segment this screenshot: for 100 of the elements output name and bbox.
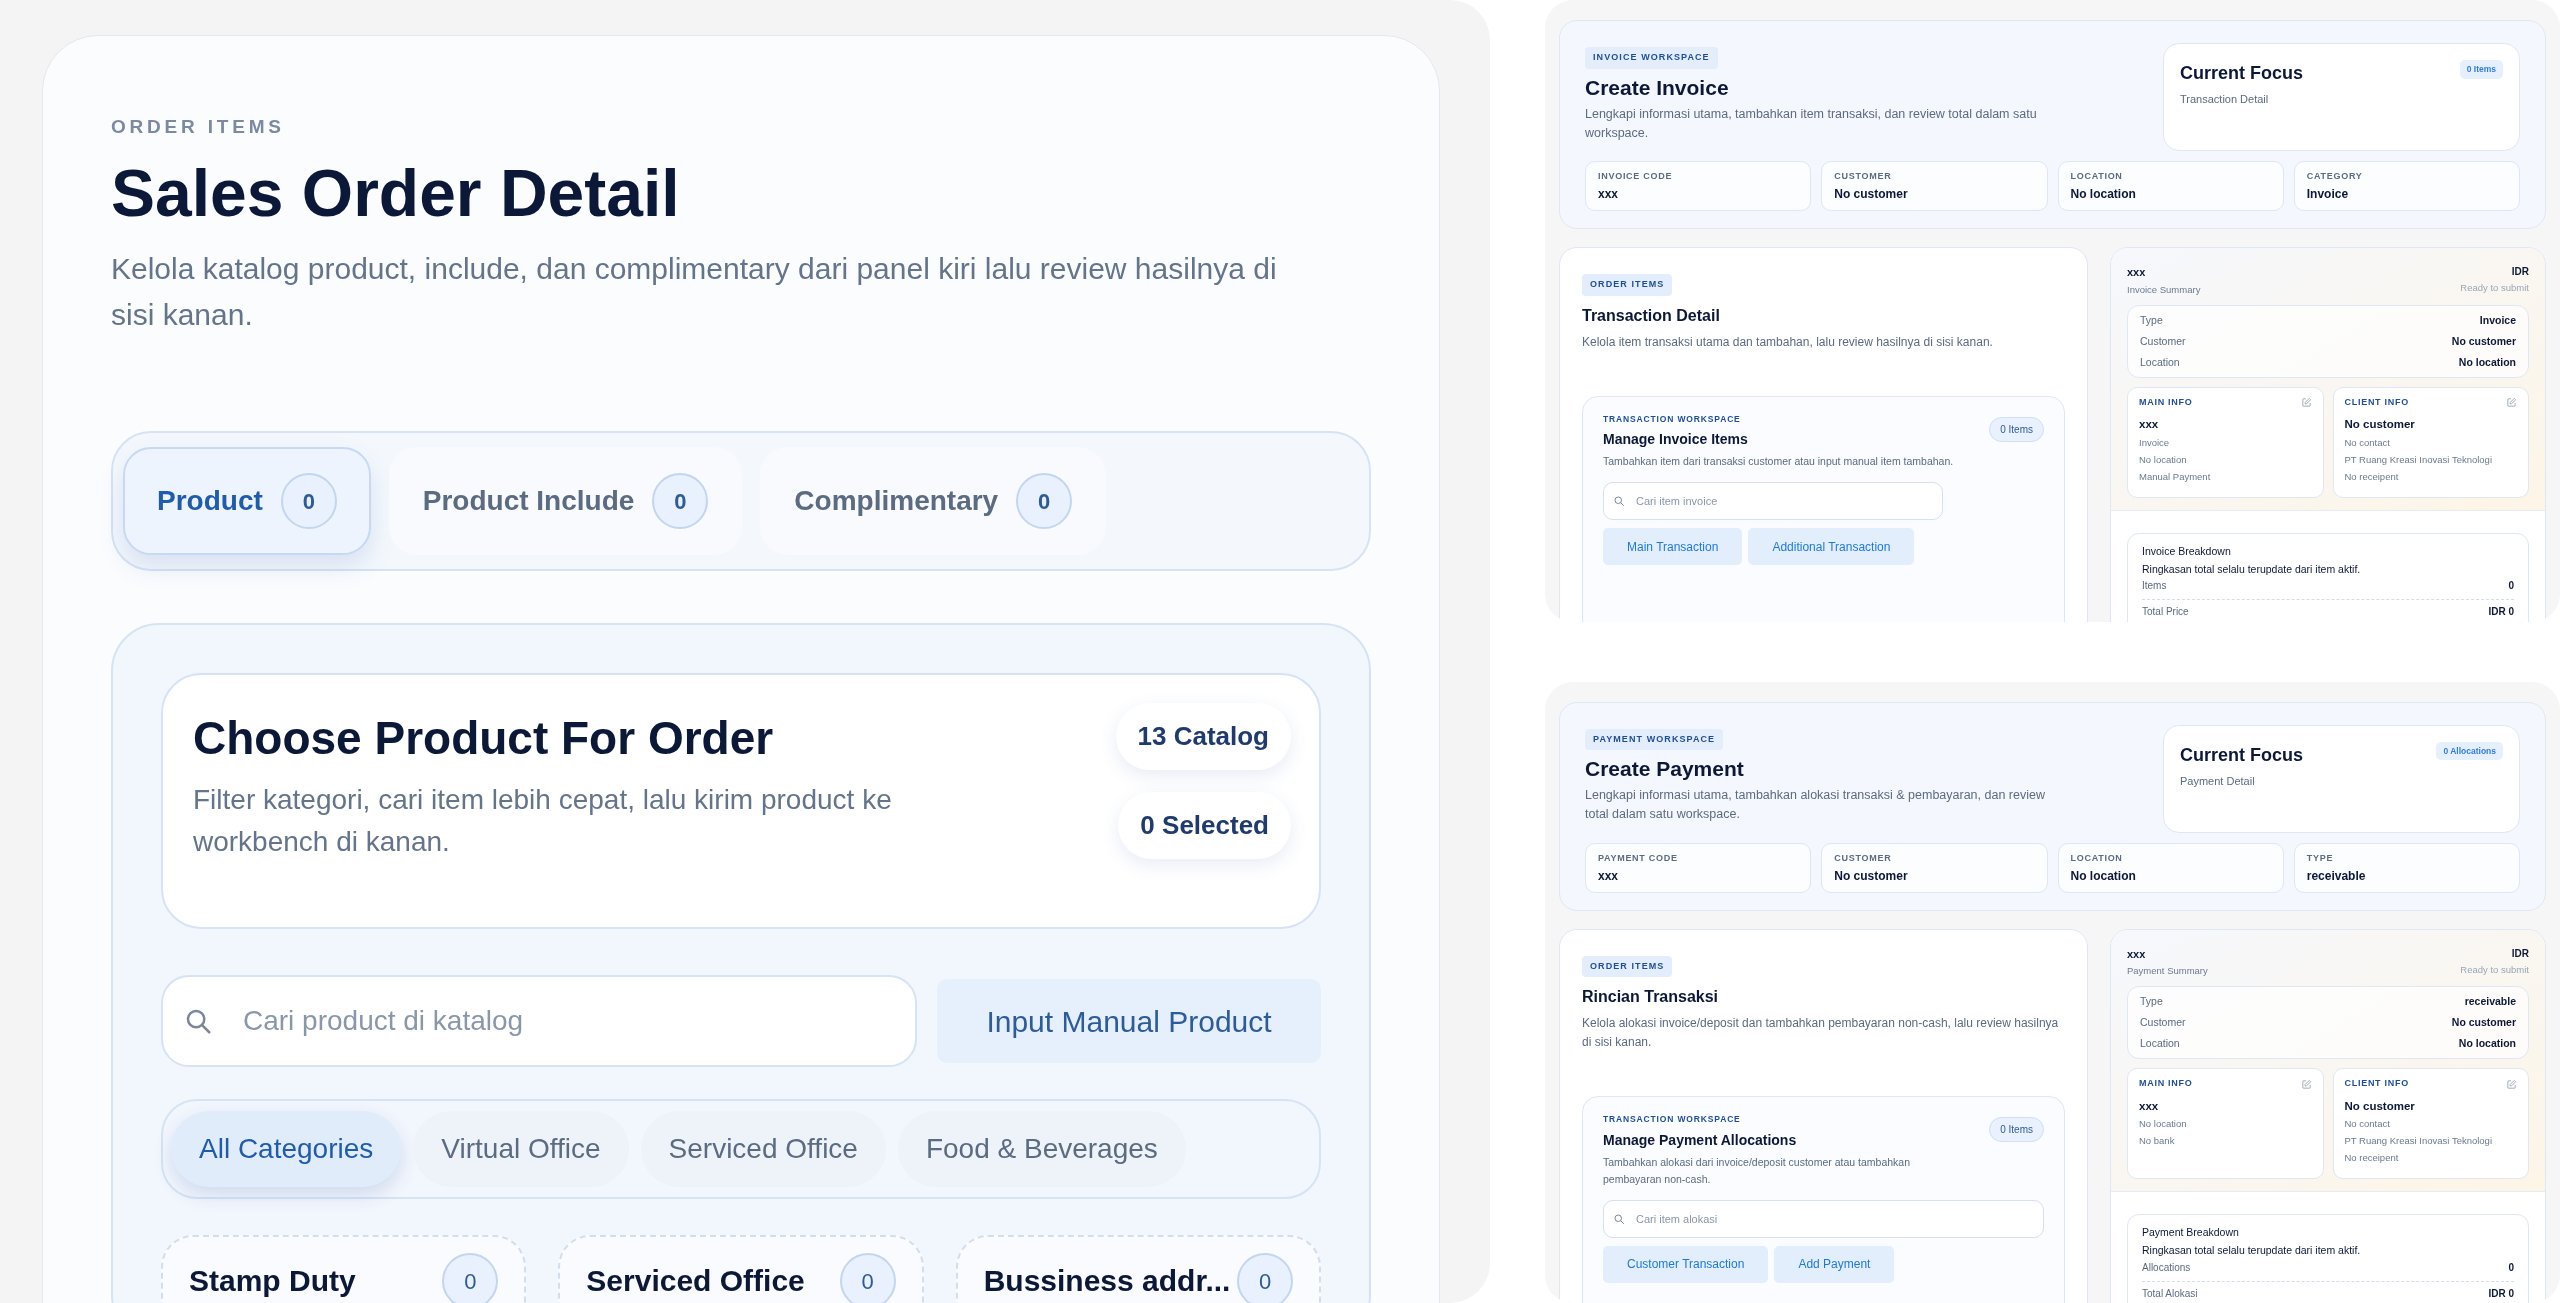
info-line: No location (2139, 1117, 2188, 1131)
search-icon (1613, 495, 1625, 508)
edit-icon[interactable] (2300, 397, 2312, 408)
field-label: CATEGORY (2306, 170, 2364, 182)
info-name: xxx (2139, 417, 2160, 433)
focus-title: Current Focus (2180, 743, 2303, 767)
tab[interactable]: Product Include 0 (388, 447, 743, 555)
field-label: CUSTOMER (1834, 851, 1893, 864)
field-value: No location (2070, 867, 2137, 884)
field-value: xxx (1598, 186, 1620, 202)
chooser-title: Choose Product For Order (193, 713, 775, 763)
category-chip[interactable]: All Categories (171, 1111, 402, 1187)
info-line: PT Ruang Kreasi Inovasi Teknologi (2344, 1134, 2493, 1148)
field-value: No customer (1834, 186, 1909, 202)
product-name: Serviced Office (586, 1263, 805, 1299)
breakdown-title: Invoice Breakdown (2142, 543, 2232, 559)
product-card[interactable]: Serviced Office 0 (558, 1235, 924, 1303)
count-badge: 0 (652, 473, 709, 529)
section-title: Rincian Transaksi (1582, 987, 1720, 1007)
info-title: CLIENT INFO (2344, 1077, 2409, 1091)
search-field[interactable]: Cari item invoice (1603, 482, 1943, 521)
count-badge: 0 (1237, 1253, 1293, 1303)
action-button[interactable]: Customer Transaction (1603, 1245, 1769, 1283)
row-label: Type (2140, 994, 2163, 1010)
action-button[interactable]: Additional Transaction (1748, 528, 1915, 566)
action-button[interactable]: Main Transaction (1603, 528, 1743, 566)
row-label: Customer (2140, 333, 2186, 349)
field-label: LOCATION (2070, 170, 2124, 182)
info-line: Manual Payment (2139, 469, 2212, 484)
row-label: Customer (2140, 1015, 2186, 1031)
focus-subtitle: Payment Detail (2180, 773, 2256, 789)
row-label: Location (2140, 1036, 2180, 1052)
row-label: Type (2140, 312, 2163, 328)
section-badge: ORDER ITEMS (1582, 274, 1673, 296)
search-field[interactable]: Cari product di katalog (161, 975, 917, 1067)
summary-code: xxx (2127, 946, 2147, 962)
count-badge: 0 (280, 473, 337, 529)
status-text: Ready to submit (2460, 281, 2529, 295)
section-description: Kelola alokasi invoice/deposit dan tambahkan pembayaran non-cash, lalu review hasilnya di sisi kanan. (1582, 1015, 2060, 1051)
field-label: PAYMENT CODE (1598, 851, 1679, 864)
info-title: MAIN INFO (2139, 395, 2193, 409)
manual-product-button[interactable]: Input Manual Product (937, 979, 1321, 1063)
page-title: Sales Order Detail (111, 160, 681, 226)
edit-icon[interactable] (2506, 1078, 2517, 1090)
chooser-description: Filter kategori, cari item lebih cepat, lalu kirim product ke workbench di kanan. (193, 783, 893, 859)
focus-title: Current Focus (2180, 62, 2303, 85)
info-line: No contact (2344, 435, 2391, 450)
workspace-description: Lengkapi informasi utama, tambahkan item transaksi, dan review total dalam satu workspace. (1585, 105, 2038, 142)
tab[interactable]: Product 0 (123, 447, 371, 555)
row-label: Total Price (2142, 605, 2189, 620)
info-line: No contact (2344, 1117, 2391, 1131)
currency-label: IDR (2510, 946, 2529, 961)
field-value: receivable (2306, 867, 2367, 884)
workspace-description: Tambahkan item dari transaksi customer atau input manual item tambahan. (1603, 454, 1955, 470)
field-value: No customer (1834, 867, 1909, 884)
info-line: No location (2139, 452, 2188, 467)
row-value: No customer (2451, 1015, 2516, 1031)
count-badge: 13 Catalog (1115, 703, 1291, 770)
count-badge: 0 Items (1989, 416, 2044, 442)
row-value: 0 (2508, 579, 2514, 594)
count-badge: 0 (1016, 473, 1073, 529)
breakdown-subtitle: Ringkasan total selalu terupdate dari item aktif. (2142, 1243, 2362, 1258)
summary-code: xxx (2127, 265, 2147, 280)
info-line: No receipent (2344, 1151, 2400, 1165)
row-value: No customer (2451, 333, 2516, 349)
count-badge: 0 Items (1989, 1117, 2044, 1142)
tab[interactable]: Complimentary 0 (760, 447, 1107, 555)
summary-subtitle: Invoice Summary (2127, 282, 2201, 297)
field-label: INVOICE CODE (1598, 170, 1674, 182)
section-description: Kelola item transaksi utama dan tambahan, lalu review hasilnya di sisi kanan. (1582, 333, 1994, 351)
row-value: 0 (2508, 1260, 2514, 1275)
action-button[interactable]: Add Payment (1774, 1245, 1895, 1283)
workspace-description: Tambahkan alokasi dari invoice/deposit customer atau tambahkan pembayaran non-cash. (1603, 1154, 1911, 1187)
edit-icon[interactable] (2300, 1078, 2312, 1090)
edit-icon[interactable] (2506, 397, 2517, 408)
info-title: MAIN INFO (2139, 1077, 2193, 1091)
product-card[interactable]: Stamp Duty 0 (161, 1235, 527, 1303)
workspace-eyebrow: TRANSACTION WORKSPACE (1603, 1113, 1742, 1126)
category-chip[interactable]: Food & Beverages (897, 1111, 1186, 1187)
category-chip[interactable]: Virtual Office (413, 1111, 629, 1187)
breakdown-title: Payment Breakdown (2142, 1225, 2240, 1241)
row-label: Location (2140, 354, 2180, 370)
category-chip[interactable]: Serviced Office (640, 1111, 886, 1187)
field-label: CUSTOMER (1834, 170, 1893, 182)
summary-subtitle: Payment Summary (2127, 964, 2208, 978)
field-label: LOCATION (2070, 851, 2124, 864)
row-label: Allocations (2142, 1260, 2191, 1275)
count-badge: 0 Selected (1118, 792, 1291, 859)
search-icon (1613, 1212, 1625, 1225)
count-badge: 0 (442, 1253, 499, 1303)
workspace-badge: PAYMENT WORKSPACE (1585, 728, 1724, 750)
section-eyebrow: ORDER ITEMS (111, 116, 286, 138)
field-label: TYPE (2306, 851, 2335, 864)
status-text: Ready to submit (2460, 962, 2529, 977)
info-name: No customer (2344, 417, 2416, 433)
search-field[interactable]: Cari item alokasi (1603, 1199, 2044, 1238)
field-value: Invoice (2306, 186, 2350, 202)
product-card[interactable]: Bussiness addr... 0 (955, 1235, 1321, 1303)
workspace-description: Lengkapi informasi utama, tambahkan alokasi transaksi & pembayaran, dan review total dalam satu workspace. (1585, 787, 2046, 823)
row-value: receivable (2464, 994, 2516, 1010)
